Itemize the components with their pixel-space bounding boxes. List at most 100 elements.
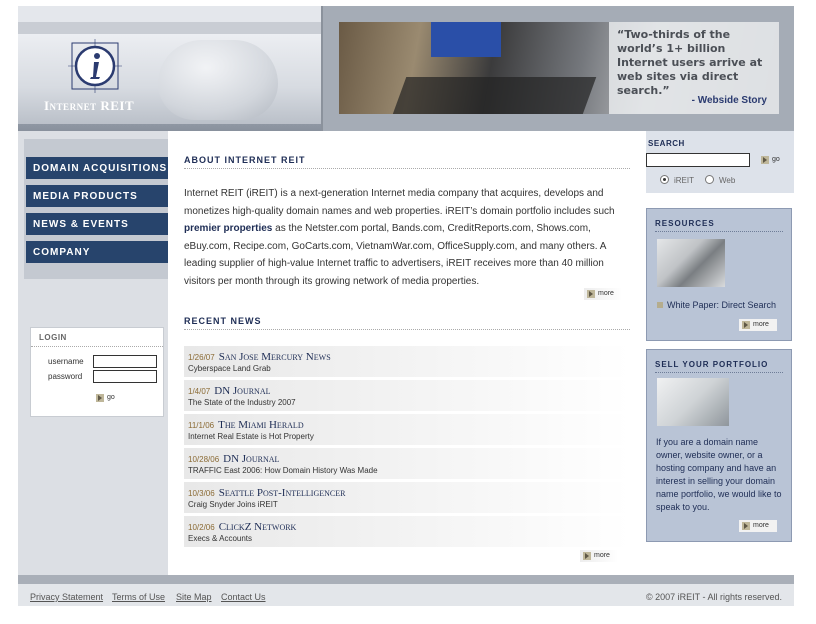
resources-more-label: more (753, 321, 769, 328)
bullet-arrow-icon (657, 302, 663, 308)
news-item[interactable]: 10/2/06 ClickZ Network Execs & Accounts (184, 516, 630, 547)
news-headline: The State of the Industry 2007 (188, 398, 296, 407)
logo-area (18, 34, 321, 131)
news-date: 11/1/06 (188, 421, 215, 430)
news-source: DN Journal (223, 453, 280, 465)
username-field[interactable] (93, 355, 157, 368)
premier-properties-link[interactable]: premier properties (184, 223, 272, 234)
username-label: username (48, 357, 84, 366)
news-title: RECENT NEWS (184, 316, 262, 326)
nav-item-domain-acquisitions[interactable]: DOMAIN ACQUISITIONS (26, 157, 168, 179)
sell-more-label: more (753, 522, 769, 529)
news-date: 10/2/06 (188, 523, 215, 532)
footer-link-privacy[interactable]: Privacy Statement (30, 592, 103, 602)
nav-item-media-products[interactable]: MEDIA PRODUCTS (26, 185, 168, 207)
arrow-right-icon (742, 321, 750, 329)
footer: Privacy Statement Terms of Use Site Map … (18, 584, 794, 606)
search-radio-web[interactable] (705, 175, 714, 184)
news-date: 10/28/06 (188, 455, 220, 464)
login-divider (31, 346, 163, 347)
footer-bar (18, 575, 794, 584)
search-go-label: go (772, 156, 780, 163)
nav-item-company[interactable]: COMPANY (26, 241, 168, 263)
about-text-part: Internet REIT (iREIT) is a next-generati… (184, 188, 615, 217)
news-source: ClickZ Network (218, 521, 297, 533)
search-title: SEARCH (648, 139, 685, 148)
news-date: 1/4/07 (188, 387, 211, 396)
footer-link-contact[interactable]: Contact Us (221, 592, 266, 602)
about-divider (184, 168, 630, 169)
arrow-right-icon (761, 156, 769, 164)
arrow-right-icon (742, 522, 750, 530)
news-source: Seattle Post-Intelligencer (218, 487, 346, 499)
search-go-button[interactable]: go (758, 154, 788, 166)
footer-link-sitemap[interactable]: Site Map (176, 592, 212, 602)
news-date: 10/3/06 (188, 489, 215, 498)
main-content: ABOUT INTERNET REIT Internet REIT (iREIT… (168, 131, 646, 575)
about-more-button[interactable]: more (584, 288, 622, 300)
resources-title: RESOURCES (655, 219, 715, 228)
server-rack-image (657, 378, 729, 426)
password-label: password (48, 372, 83, 381)
sell-text: If you are a domain name owner, website … (656, 437, 782, 512)
logo-band (18, 124, 321, 131)
search-radio-web-label: Web (719, 176, 736, 185)
news-headline: Internet Real Estate is Hot Property (188, 432, 314, 441)
logo-text: Internet REIT (44, 98, 135, 113)
news-date: 1/26/07 (188, 353, 215, 362)
sell-title: SELL YOUR PORTFOLIO (655, 360, 769, 369)
pliers-image (657, 239, 725, 287)
about-more-label: more (598, 290, 614, 297)
news-source: San Jose Mercury News (218, 351, 331, 363)
login-panel: LOGIN username password go (30, 327, 164, 417)
left-column: DOMAIN ACQUISITIONS MEDIA PRODUCTS NEWS … (18, 131, 168, 575)
quote-text: “Two-thirds of the world’s 1+ billion In… (617, 28, 763, 97)
resources-divider (655, 231, 783, 232)
news-item[interactable]: 10/28/06 DN Journal TRAFFIC East 2006: Ho… (184, 448, 630, 479)
footer-link-terms[interactable]: Terms of Use (112, 592, 165, 602)
search-radio-ireit[interactable] (660, 175, 669, 184)
quote-source: - Webside Story (691, 95, 767, 106)
news-source: DN Journal (214, 385, 271, 397)
quote-box: “Two-thirds of the world’s 1+ billion In… (609, 22, 779, 114)
about-text: Internet REIT (iREIT) is a next-generati… (184, 185, 630, 290)
white-paper-link-label: White Paper: Direct Search (667, 300, 777, 310)
arrow-right-icon (583, 552, 591, 560)
news-list: 1/26/07 San Jose Mercury News Cyberspace … (184, 346, 630, 550)
news-item[interactable]: 1/26/07 San Jose Mercury News Cyberspace … (184, 346, 630, 377)
login-go-button[interactable]: go (93, 392, 127, 404)
news-more-button[interactable]: more (580, 550, 618, 562)
news-more-label: more (594, 552, 610, 559)
mouse-image (158, 40, 278, 120)
news-divider (184, 329, 630, 330)
arrow-right-icon (96, 394, 104, 402)
news-headline: Execs & Accounts (188, 534, 253, 543)
search-panel: SEARCH go iREIT Web (646, 131, 794, 193)
news-item[interactable]: 11/1/06 The Miami Herald Internet Real Es… (184, 414, 630, 445)
right-column: SEARCH go iREIT Web RESOURCES White Pape… (646, 131, 794, 575)
about-title: ABOUT INTERNET REIT (184, 155, 306, 165)
main-nav: DOMAIN ACQUISITIONS MEDIA PRODUCTS NEWS … (26, 157, 168, 269)
login-go-label: go (107, 394, 115, 401)
header-topbar (18, 6, 321, 22)
login-title: LOGIN (39, 333, 67, 342)
page-frame: Internet REIT “Two-thirds of the world’s… (18, 6, 794, 606)
arrow-right-icon (587, 290, 595, 298)
password-field[interactable] (93, 370, 157, 383)
search-input[interactable] (646, 153, 750, 167)
resources-more-button[interactable]: more (739, 319, 777, 331)
keyboard-image (391, 77, 597, 114)
news-item[interactable]: 1/4/07 DN Journal The State of the Indust… (184, 380, 630, 411)
sell-more-button[interactable]: more (739, 520, 777, 532)
ireit-logo-icon[interactable] (68, 39, 122, 93)
search-radio-ireit-label: iREIT (674, 176, 694, 185)
sell-divider (655, 372, 783, 373)
copyright-text: © 2007 iREIT - All rights reserved. (645, 592, 782, 602)
monitor-screen-image (431, 22, 501, 57)
nav-item-news-events[interactable]: NEWS & EVENTS (26, 213, 168, 235)
news-source: The Miami Herald (218, 419, 304, 431)
white-paper-link[interactable]: White Paper: Direct Search (657, 300, 776, 310)
banner-photo: “Two-thirds of the world’s 1+ billion In… (339, 22, 779, 114)
header-topbar-stripe (18, 22, 321, 34)
news-item[interactable]: 10/3/06 Seattle Post-Intelligencer Craig … (184, 482, 630, 513)
